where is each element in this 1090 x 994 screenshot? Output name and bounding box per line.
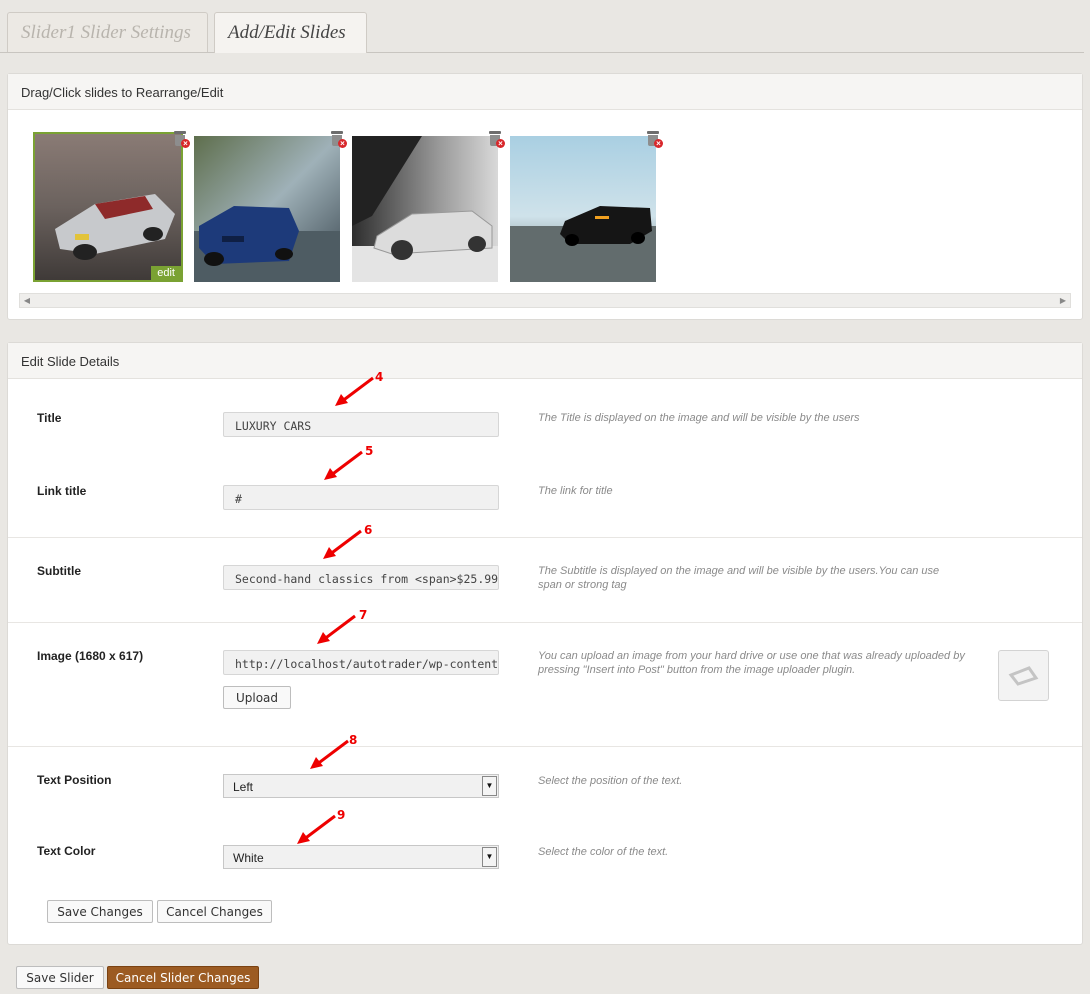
- text-position-select[interactable]: Left ▼: [223, 774, 499, 798]
- text-position-help: Select the position of the text.: [538, 775, 683, 787]
- details-panel-title: Edit Slide Details: [8, 343, 1082, 379]
- image-placeholder-icon: [1008, 666, 1039, 686]
- cancel-changes-button[interactable]: Cancel Changes: [157, 900, 272, 923]
- delete-slide-icon[interactable]: ×: [488, 131, 505, 148]
- image-preview: [998, 650, 1049, 701]
- red-arrow-icon: [317, 614, 356, 644]
- red-arrow-icon: [310, 739, 349, 769]
- annotation-number: 7: [359, 608, 368, 622]
- text-position-label: Text Position: [37, 773, 112, 787]
- text-color-help: Select the color of the text.: [538, 846, 669, 858]
- annotation-number: 8: [349, 733, 358, 747]
- tab-bar: Slider1 Slider Settings Add/Edit Slides: [0, 0, 1090, 53]
- slide-thumbnail[interactable]: [352, 136, 498, 282]
- section-divider: [8, 622, 1082, 623]
- slide-image: [35, 134, 181, 280]
- slide-thumbnail[interactable]: edit: [33, 132, 183, 282]
- chevron-down-icon[interactable]: ▼: [482, 776, 497, 796]
- annotation-arrow: 5: [322, 444, 373, 485]
- title-label: Title: [37, 411, 62, 425]
- red-arrow-icon: [323, 529, 362, 559]
- link-title-help: The link for title: [538, 485, 613, 497]
- title-input[interactable]: LUXURY CARS: [223, 412, 499, 437]
- annotation-arrow: 8: [308, 733, 357, 774]
- title-help: The Title is displayed on the image and …: [538, 412, 860, 424]
- link-title-label: Link title: [37, 484, 87, 498]
- annotation-number: 5: [365, 444, 374, 458]
- slide-thumbnail[interactable]: [510, 136, 656, 282]
- slide-image: [510, 136, 656, 282]
- tab-add-edit-slides[interactable]: Add/Edit Slides: [214, 12, 367, 53]
- annotation-arrow: 6: [321, 523, 372, 564]
- annotation-number: 6: [364, 523, 373, 537]
- annotation-number: 4: [375, 370, 384, 384]
- save-slider-button[interactable]: Save Slider: [16, 966, 104, 989]
- slide-image: [194, 136, 340, 282]
- scroll-right-icon[interactable]: ▶: [1057, 295, 1069, 306]
- slide-details-panel: Edit Slide Details Title LUXURY CARS The…: [7, 342, 1083, 945]
- red-arrow-icon: [324, 450, 363, 480]
- scroll-left-icon[interactable]: ◀: [21, 295, 33, 306]
- image-label: Image (1680 x 617): [37, 649, 144, 663]
- delete-slide-icon[interactable]: ×: [646, 131, 663, 148]
- annotation-number: 9: [337, 808, 346, 822]
- subtitle-input[interactable]: Second-hand classics from <span>$25.99(: [223, 565, 499, 590]
- red-arrow-icon: [335, 376, 374, 406]
- edit-badge[interactable]: edit: [151, 266, 181, 280]
- slide-image: [352, 136, 498, 282]
- subtitle-help: The Subtitle is displayed on the image a…: [538, 565, 940, 591]
- chevron-down-icon[interactable]: ▼: [482, 847, 497, 867]
- cancel-slider-changes-button[interactable]: Cancel Slider Changes: [107, 966, 259, 989]
- tab-slider-settings[interactable]: Slider1 Slider Settings: [7, 12, 208, 52]
- section-divider: [8, 537, 1082, 538]
- slides-panel: Drag/Click slides to Rearrange/Edit edit…: [7, 73, 1083, 320]
- text-color-value: White: [233, 851, 264, 865]
- slides-horizontal-scrollbar[interactable]: ◀ ▶: [19, 293, 1071, 308]
- save-changes-button[interactable]: Save Changes: [47, 900, 153, 923]
- link-title-input[interactable]: #: [223, 485, 499, 510]
- red-arrow-icon: [297, 814, 336, 844]
- annotation-arrow: 7: [315, 608, 367, 649]
- subtitle-label: Subtitle: [37, 564, 81, 578]
- annotation-arrow: 9: [295, 808, 345, 849]
- delete-slide-icon[interactable]: ×: [173, 131, 190, 148]
- tab-divider: [0, 52, 1084, 53]
- section-divider: [8, 746, 1082, 747]
- upload-button[interactable]: Upload: [223, 686, 291, 709]
- slide-thumbnail[interactable]: [194, 136, 340, 282]
- image-help: You can upload an image from your hard d…: [538, 650, 965, 676]
- image-url-input[interactable]: http://localhost/autotrader/wp-content/u…: [223, 650, 499, 675]
- text-color-select[interactable]: White ▼: [223, 845, 499, 869]
- text-position-value: Left: [233, 780, 254, 794]
- text-color-label: Text Color: [37, 844, 96, 858]
- annotation-arrow: 4: [333, 370, 383, 411]
- delete-slide-icon[interactable]: ×: [330, 131, 347, 148]
- slides-panel-title: Drag/Click slides to Rearrange/Edit: [8, 74, 1082, 110]
